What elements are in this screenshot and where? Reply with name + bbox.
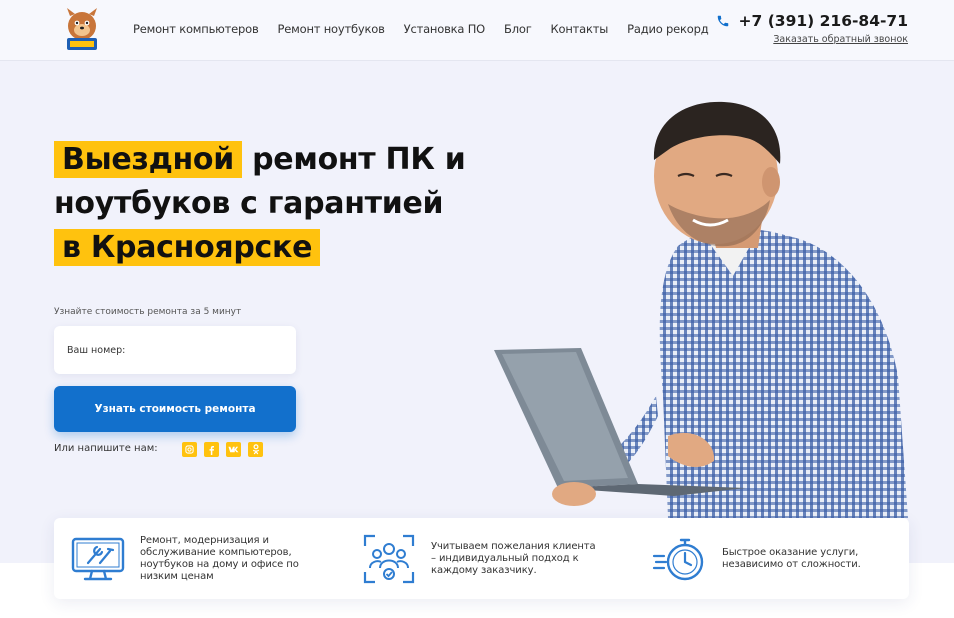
feature-item: Ремонт, модернизация и обслуживание комп… xyxy=(70,518,316,599)
write-us-label: Или напишите нам: xyxy=(54,443,158,454)
feature-text: Ремонт, модернизация и обслуживание комп… xyxy=(140,534,299,582)
hero-title-highlight-1: Выездной xyxy=(54,141,242,178)
phone-input[interactable] xyxy=(54,326,296,374)
nav-software-install[interactable]: Установка ПО xyxy=(404,22,486,36)
logo-icon[interactable] xyxy=(58,6,106,54)
features-panel: Ремонт, модернизация и обслуживание комп… xyxy=(54,518,909,599)
feature-item: Учитываем пожелания клиента – индивидуал… xyxy=(361,518,603,599)
nav-blog[interactable]: Блог xyxy=(504,22,532,36)
feature-item: Быстрое оказание услуги, независимо от с… xyxy=(652,518,892,599)
feature-text: Учитываем пожелания клиента – индивидуал… xyxy=(431,540,596,576)
instagram-icon[interactable] xyxy=(182,442,197,457)
get-price-button[interactable]: Узнать стоимость ремонта xyxy=(54,386,296,432)
phone-number[interactable]: +7 (391) 216-84-71 xyxy=(739,12,908,30)
main-nav: Ремонт компьютеров Ремонт ноутбуков Уста… xyxy=(133,22,727,36)
man-with-laptop-image xyxy=(494,101,908,518)
client-focus-icon xyxy=(363,534,415,583)
hero-title-part-1: ремонт ПК и xyxy=(252,142,466,177)
site-header: Ремонт компьютеров Ремонт ноутбуков Уста… xyxy=(0,0,954,61)
callback-link[interactable]: Заказать обратный звонок xyxy=(716,34,908,45)
hero-title: Выездной ремонт ПК и ноутбуков с гаранти… xyxy=(54,138,524,270)
nav-contacts[interactable]: Контакты xyxy=(551,22,609,36)
social-links xyxy=(182,442,270,457)
facebook-icon[interactable] xyxy=(204,442,219,457)
nav-repair-laptops[interactable]: Ремонт ноутбуков xyxy=(278,22,385,36)
odnoklassniki-icon[interactable] xyxy=(248,442,263,457)
feature-text: Быстрое оказание услуги, независимо от с… xyxy=(722,546,861,570)
vk-icon[interactable] xyxy=(226,442,241,457)
hero-title-part-2: ноутбуков с гарантией xyxy=(54,186,444,221)
header-contact: +7 (391) 216-84-71 Заказать обратный зво… xyxy=(716,12,908,45)
form-subtitle: Узнайте стоимость ремонта за 5 минут xyxy=(54,307,242,317)
phone-icon xyxy=(717,15,728,27)
stopwatch-icon xyxy=(652,538,704,580)
hero-title-highlight-2: в Красноярске xyxy=(54,229,321,266)
monitor-tools-icon xyxy=(71,537,125,580)
nav-repair-computers[interactable]: Ремонт компьютеров xyxy=(133,22,259,36)
nav-radio-record[interactable]: Радио рекорд xyxy=(627,22,709,36)
